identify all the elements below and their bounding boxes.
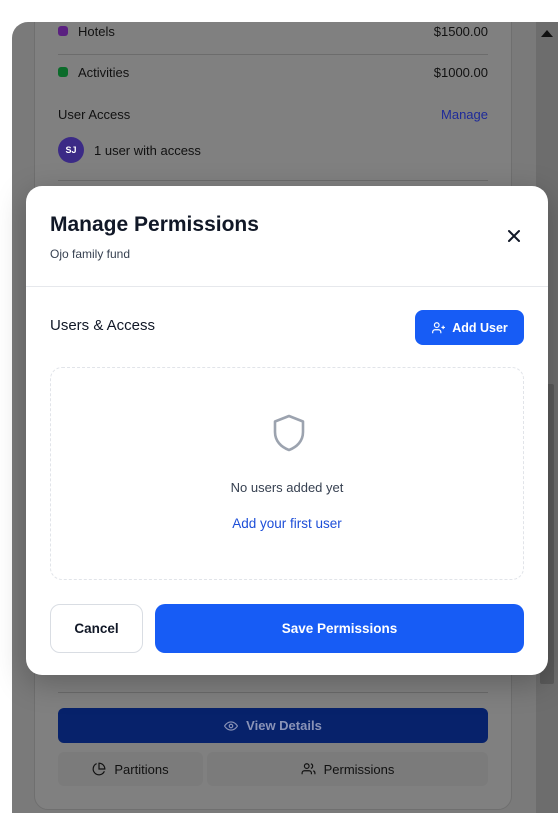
tab-partitions-label: Partitions: [114, 761, 169, 777]
view-details-button[interactable]: View Details: [58, 708, 488, 743]
manage-link[interactable]: Manage: [441, 107, 488, 122]
manage-permissions-modal: Manage Permissions Ojo family fund Users…: [26, 186, 548, 675]
card-tabs: Partitions Permissions: [58, 752, 488, 786]
budget-row-hotels: Hotels $1500.00: [58, 22, 488, 47]
budget-amount: $1000.00: [433, 64, 488, 80]
modal-title: Manage Permissions: [50, 213, 259, 236]
modal-subtitle: Ojo family fund: [50, 247, 131, 261]
hotels-color-swatch: [58, 26, 68, 36]
divider: [58, 692, 488, 693]
add-user-button[interactable]: Add User: [415, 310, 524, 345]
budget-amount: $1500.00: [433, 23, 488, 39]
add-user-label: Add User: [452, 320, 508, 335]
avatar: SJ: [58, 137, 84, 163]
close-button[interactable]: [502, 224, 526, 248]
budget-label: Hotels: [78, 23, 115, 39]
scroll-up-icon[interactable]: [541, 30, 553, 37]
divider: [58, 180, 488, 181]
budget-label: Activities: [78, 64, 130, 80]
budget-row-activities: Activities $1000.00: [58, 56, 488, 88]
tab-partitions[interactable]: Partitions: [58, 752, 203, 786]
add-first-user-link[interactable]: Add your first user: [51, 516, 523, 531]
user-access-title: User Access: [58, 106, 131, 122]
cancel-button[interactable]: Cancel: [50, 604, 143, 653]
section-title: Users & Access: [50, 317, 156, 334]
user-access-header: User Access Manage: [58, 98, 488, 130]
users-icon: [301, 763, 316, 775]
empty-state-message: No users added yet: [230, 480, 344, 495]
divider: [58, 54, 488, 55]
close-icon: [508, 230, 520, 242]
user-plus-icon: [432, 321, 446, 333]
save-permissions-button[interactable]: Save Permissions: [155, 604, 524, 653]
user-access-summary: SJ 1 user with access: [58, 134, 488, 166]
modal-header: Manage Permissions Ojo family fund: [26, 186, 548, 287]
tab-permissions[interactable]: Permissions: [207, 752, 488, 786]
page: Hotels $1500.00 Activities $1000.00 User…: [0, 0, 558, 813]
empty-state: No users added yet Add your first user: [50, 367, 524, 580]
view-details-label: View Details: [246, 718, 322, 733]
activities-color-swatch: [58, 67, 68, 77]
shield-icon: [273, 414, 305, 452]
eye-icon: [224, 720, 239, 731]
access-count-text: 1 user with access: [94, 142, 201, 158]
pie-chart-icon: [93, 762, 106, 776]
tab-permissions-label: Permissions: [323, 761, 395, 777]
